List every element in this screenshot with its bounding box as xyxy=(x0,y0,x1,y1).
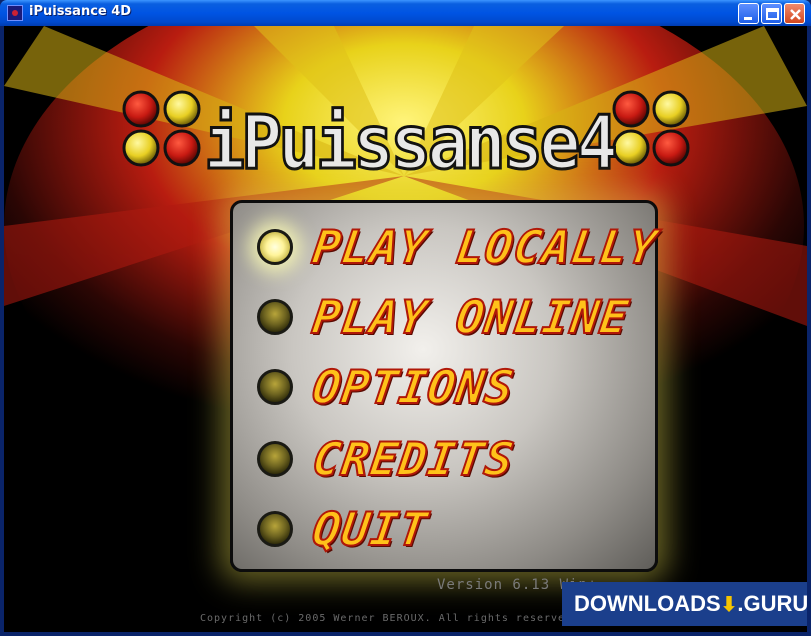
download-arrow-icon: ⬇ xyxy=(720,594,738,616)
menu-item-play-locally[interactable]: PLAY LOCALLY xyxy=(255,217,662,277)
game-canvas[interactable]: iPuissanse4 PLAY LOCALLY PLAY ONLINE OPT… xyxy=(4,26,807,632)
copyright-text: Copyright (c) 2005 Werner BEROUX. All ri… xyxy=(200,613,580,624)
maximize-icon xyxy=(766,8,779,20)
menu-item-credits[interactable]: CREDITS xyxy=(255,429,645,489)
title-bar[interactable]: iPuissance 4D xyxy=(0,0,811,26)
minimize-icon xyxy=(744,17,752,20)
menu-item-label: PLAY ONLINE xyxy=(308,289,633,345)
game-window: iPuissance 4D iPuissanse4 PLAY LOCALLY P… xyxy=(0,0,811,636)
menu-item-label: CREDITS xyxy=(308,431,518,487)
window-title: iPuissance 4D xyxy=(29,4,132,19)
bulb-icon xyxy=(257,299,293,335)
logo-text: iPuissanse4 xyxy=(204,100,615,186)
bulb-icon xyxy=(257,369,293,405)
close-button[interactable] xyxy=(784,3,805,24)
menu-item-label: PLAY LOCALLY xyxy=(308,219,662,275)
bulb-icon xyxy=(257,511,293,547)
menu-item-quit[interactable]: QUIT xyxy=(255,499,645,559)
app-icon[interactable] xyxy=(7,5,23,21)
watermark-banner: DOWNLOADS⬇.GURU xyxy=(562,582,807,626)
bulb-icon xyxy=(257,229,293,265)
watermark-right: .GURU xyxy=(737,591,807,616)
bulb-icon xyxy=(257,441,293,477)
close-icon xyxy=(790,9,801,20)
watermark-left: DOWNLOADS xyxy=(574,591,721,616)
menu-item-label: QUIT xyxy=(308,501,432,557)
minimize-button[interactable] xyxy=(738,3,759,24)
menu-item-options[interactable]: OPTIONS xyxy=(255,357,645,417)
menu-item-label: OPTIONS xyxy=(308,359,518,415)
main-menu-panel: PLAY LOCALLY PLAY ONLINE OPTIONS CREDITS… xyxy=(230,200,662,572)
maximize-button[interactable] xyxy=(761,3,782,24)
menu-item-play-online[interactable]: PLAY ONLINE xyxy=(255,287,645,347)
